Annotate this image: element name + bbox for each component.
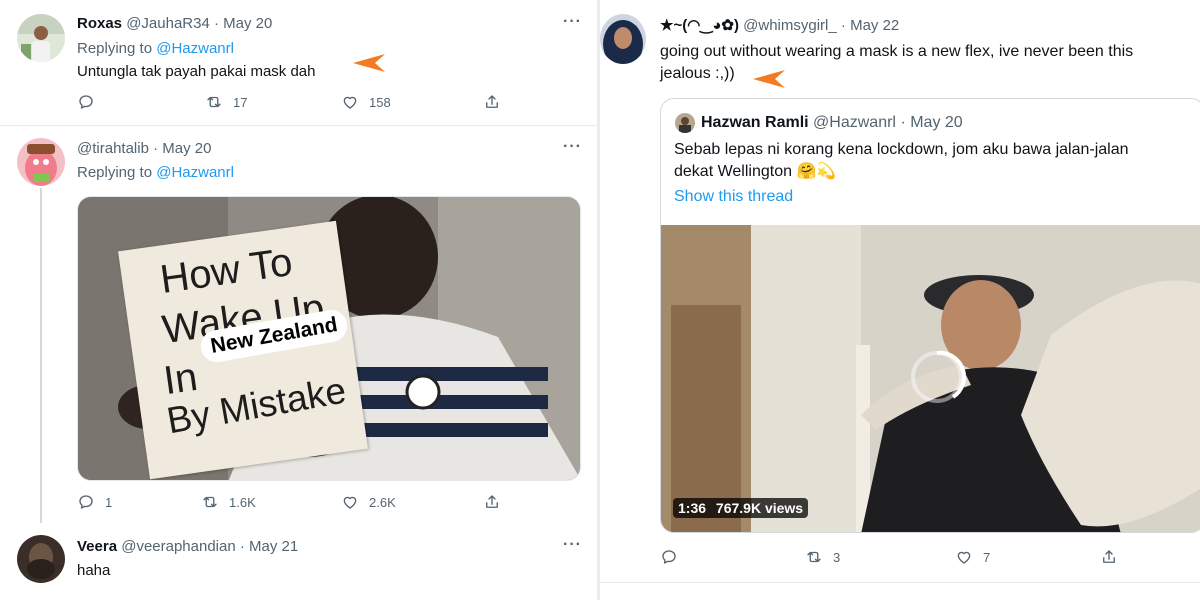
quoted-avatar[interactable] bbox=[675, 113, 695, 133]
replying-to-handle[interactable]: @Hazwanrl bbox=[156, 164, 234, 181]
separator: · bbox=[840, 17, 846, 34]
show-thread-link[interactable]: Show this thread bbox=[674, 186, 793, 208]
like-icon bbox=[341, 93, 359, 111]
tweet-date[interactable]: May 22 bbox=[850, 17, 899, 34]
quoted-display-name[interactable]: Hazwan Ramli bbox=[701, 114, 809, 131]
tweet-actions: 17 158 bbox=[77, 93, 507, 113]
like-button[interactable]: 158 bbox=[341, 93, 391, 111]
like-button[interactable]: 7 bbox=[955, 548, 990, 566]
share-button[interactable] bbox=[1100, 548, 1118, 566]
tweet-roxas[interactable]: Roxas @JauhaR34 · May 20 ··· Replying to… bbox=[0, 0, 597, 125]
quoted-handle[interactable]: @Hazwanrl bbox=[813, 114, 896, 131]
reply-icon bbox=[77, 93, 95, 111]
video-player[interactable]: 1:36 767.9K views bbox=[661, 225, 1200, 532]
reply-count: 1 bbox=[105, 494, 113, 510]
tweet-text-line2: jealous :,)) bbox=[660, 65, 735, 82]
tweet-veera[interactable]: Veera @veeraphandian · May 21 ··· haha bbox=[0, 521, 597, 600]
display-name[interactable]: ★~(◠‿◕✿) bbox=[660, 17, 739, 34]
like-icon bbox=[955, 548, 973, 566]
divider bbox=[600, 582, 1200, 583]
video-loading-icon bbox=[911, 350, 967, 403]
tweet-header: Veera @veeraphandian · May 21 bbox=[77, 538, 298, 555]
reply-button[interactable] bbox=[77, 93, 105, 111]
tweet-tirahtalib[interactable]: @tirahtalib · May 20 ··· Replying to @Ha… bbox=[0, 126, 597, 521]
separator: · bbox=[153, 140, 159, 157]
user-handle[interactable]: @JauhaR34 bbox=[126, 15, 210, 32]
retweet-button[interactable]: 3 bbox=[805, 548, 840, 566]
more-icon[interactable]: ··· bbox=[563, 138, 582, 156]
share-button[interactable] bbox=[483, 493, 501, 511]
user-handle[interactable]: @tirahtalib bbox=[77, 140, 149, 157]
replying-to-label: Replying to bbox=[77, 40, 153, 57]
tweet-header: @tirahtalib · May 20 bbox=[77, 140, 211, 157]
thread-connector-line bbox=[40, 188, 42, 523]
tweet-date[interactable]: May 20 bbox=[223, 15, 272, 32]
avatar[interactable] bbox=[17, 138, 65, 186]
reply-button[interactable] bbox=[660, 548, 688, 566]
more-icon[interactable]: ··· bbox=[563, 536, 582, 554]
retweet-icon bbox=[201, 493, 219, 511]
retweet-icon bbox=[205, 93, 223, 111]
reply-icon bbox=[660, 548, 678, 566]
tweet-text-line1: going out without wearing a mask is a ne… bbox=[660, 43, 1134, 60]
right-tweet-panel: ★~(◠‿◕✿) @whimsygirl_ · May 22 going out… bbox=[600, 0, 1200, 600]
separator: · bbox=[214, 15, 219, 32]
like-count: 7 bbox=[983, 549, 991, 565]
replying-to: Replying to @Hazwanrl bbox=[77, 164, 234, 181]
like-count: 158 bbox=[369, 94, 391, 110]
retweet-button[interactable]: 17 bbox=[205, 93, 247, 111]
tweet-actions: 1 1.6K 2.6K bbox=[77, 493, 507, 513]
share-icon bbox=[483, 93, 501, 111]
display-name[interactable]: Roxas bbox=[77, 15, 122, 32]
like-count: 2.6K bbox=[369, 494, 396, 510]
like-icon bbox=[341, 493, 359, 511]
quoted-tweet[interactable]: Hazwan Ramli @Hazwanrl · May 20 Sebab le… bbox=[660, 98, 1200, 533]
avatar[interactable] bbox=[17, 14, 65, 62]
user-handle[interactable]: @whimsygirl_ bbox=[743, 17, 837, 34]
share-button[interactable] bbox=[483, 93, 501, 111]
tweet-text: haha bbox=[77, 562, 111, 579]
replying-to-label: Replying to bbox=[77, 164, 153, 181]
replying-to: Replying to @Hazwanrl bbox=[77, 40, 234, 57]
tweet-whimsygirl[interactable]: ★~(◠‿◕✿) @whimsygirl_ · May 22 going out… bbox=[600, 0, 1200, 582]
separator: · bbox=[900, 114, 906, 131]
avatar[interactable] bbox=[17, 535, 65, 583]
tweet-text: Untungla tak payah pakai mask dah bbox=[77, 63, 316, 80]
separator: · bbox=[239, 538, 245, 555]
meme-image[interactable]: How To Wake Up In By Mistake New Zealand bbox=[77, 196, 581, 481]
quoted-date[interactable]: May 20 bbox=[910, 114, 962, 131]
tweet-actions: 3 7 bbox=[660, 548, 1130, 568]
share-icon bbox=[483, 493, 501, 511]
video-duration-badge: 1:36 767.9K views bbox=[673, 498, 809, 518]
tweet-header: ★~(◠‿◕✿) @whimsygirl_ · May 22 bbox=[660, 16, 899, 34]
reply-button[interactable]: 1 bbox=[77, 493, 112, 511]
arrow-annotation-icon bbox=[747, 66, 787, 92]
more-icon[interactable]: ··· bbox=[563, 13, 582, 31]
arrow-annotation-icon bbox=[347, 50, 387, 76]
video-views: 767.9K views bbox=[715, 500, 804, 516]
quoted-text-line1: Sebab lepas ni korang kena lockdown, jom… bbox=[674, 141, 1129, 158]
retweet-icon bbox=[805, 548, 823, 566]
tweet-date[interactable]: May 20 bbox=[162, 140, 211, 157]
replying-to-handle[interactable]: @Hazwanrl bbox=[156, 40, 234, 57]
retweet-count: 3 bbox=[833, 549, 841, 565]
tweet-date[interactable]: May 21 bbox=[249, 538, 298, 555]
user-handle[interactable]: @veeraphandian bbox=[121, 538, 235, 555]
quoted-header: Hazwan Ramli @Hazwanrl · May 20 bbox=[701, 114, 963, 132]
avatar[interactable] bbox=[600, 14, 646, 64]
retweet-button[interactable]: 1.6K bbox=[201, 493, 256, 511]
like-button[interactable]: 2.6K bbox=[341, 493, 396, 511]
retweet-count: 1.6K bbox=[229, 494, 256, 510]
share-icon bbox=[1100, 548, 1118, 566]
tweet-header: Roxas @JauhaR34 · May 20 bbox=[77, 15, 272, 32]
retweet-count: 17 bbox=[233, 94, 248, 110]
display-name[interactable]: Veera bbox=[77, 538, 117, 555]
reply-icon bbox=[77, 493, 95, 511]
video-duration: 1:36 bbox=[678, 500, 707, 516]
quoted-text-line2: dekat Wellington 🤗💫 bbox=[674, 163, 837, 180]
left-tweet-panel: Roxas @JauhaR34 · May 20 ··· Replying to… bbox=[0, 0, 597, 600]
